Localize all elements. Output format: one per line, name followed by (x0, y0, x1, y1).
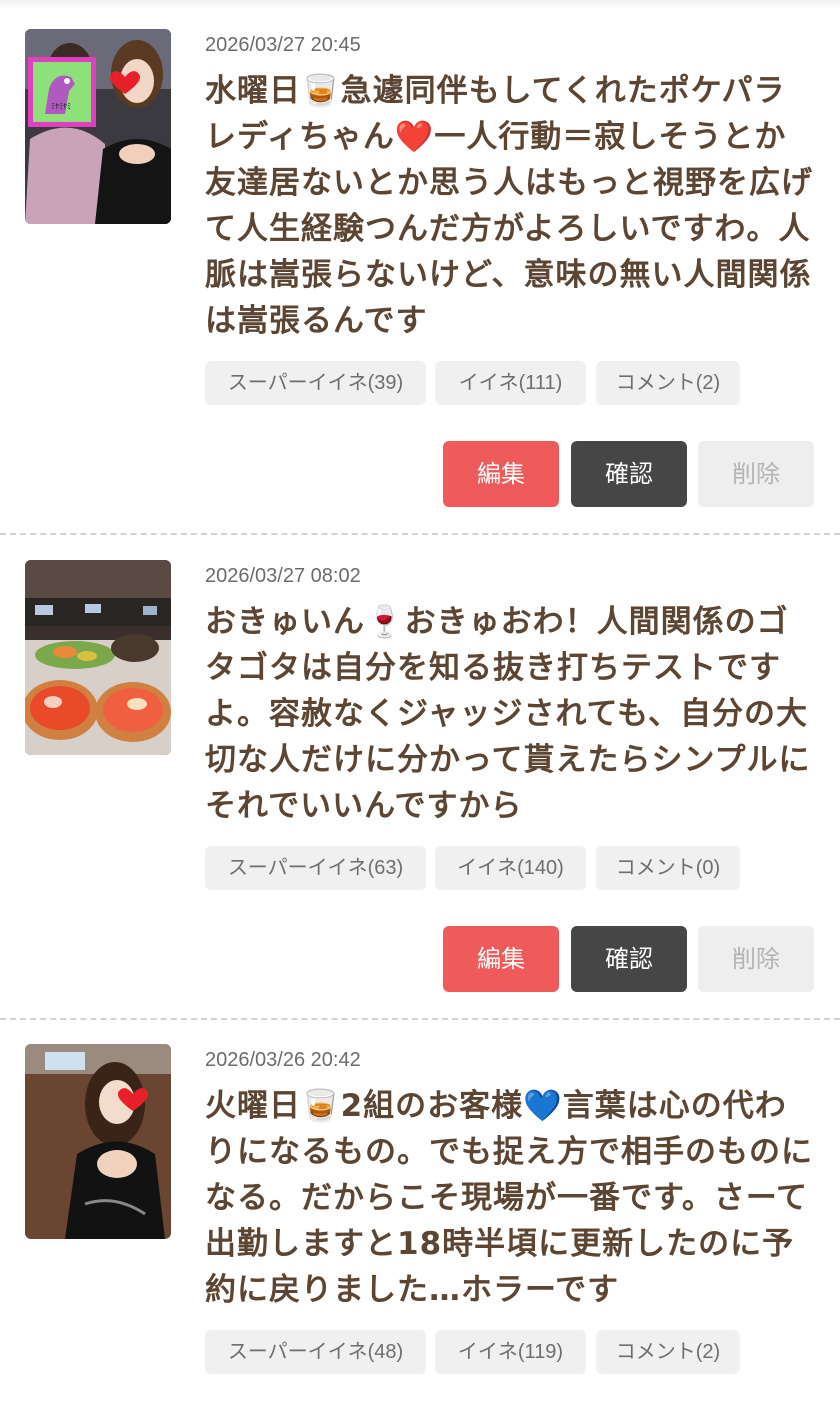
check-button[interactable]: 確認 (571, 926, 687, 992)
like-button[interactable]: イイネ(140) (435, 846, 586, 890)
edit-button[interactable]: 編集 (443, 441, 559, 507)
photo-woman-black-dress-icon (25, 1044, 171, 1239)
edit-button[interactable]: 編集 (443, 926, 559, 992)
super-like-button[interactable]: スーパーイイネ(39) (205, 361, 426, 405)
photo-food-table-icon (25, 560, 171, 755)
super-like-button[interactable]: スーパーイイネ(63) (205, 846, 426, 890)
comment-button[interactable]: コメント(2) (596, 361, 740, 405)
top-shade (0, 0, 840, 10)
post-date: 2026/03/26 20:42 (205, 1049, 361, 1071)
comment-button[interactable]: コメント(2) (596, 1330, 740, 1374)
post-divider (0, 533, 840, 535)
post-date: 2026/03/27 20:45 (205, 34, 361, 56)
comment-button[interactable]: コメント(0) (596, 846, 740, 890)
svg-text:ﾐﾔﾐﾔﾐ: ﾐﾔﾐﾔﾐ (51, 102, 71, 111)
post-thumbnail[interactable] (25, 1044, 171, 1239)
post-thumbnail[interactable]: ﾐﾔﾐﾔﾐ (25, 29, 171, 224)
like-button[interactable]: イイネ(119) (435, 1330, 586, 1374)
post-divider (0, 1018, 840, 1020)
check-button[interactable]: 確認 (571, 441, 687, 507)
delete-button[interactable]: 削除 (698, 441, 814, 507)
post-text: おきゅいん🍷おきゅおわ！人間関係のゴタゴタは自分を知る抜き打ちテストですよ。容赦… (205, 604, 811, 824)
delete-button[interactable]: 削除 (698, 926, 814, 992)
post-text: 水曜日🥃急遽同伴もしてくれたポケパラレディちゃん❤️一人行動＝寂しそうとか友達居… (205, 73, 813, 339)
post-thumbnail[interactable] (25, 560, 171, 755)
super-like-button[interactable]: スーパーイイネ(48) (205, 1330, 426, 1374)
post-text: 火曜日🥃2組のお客様💙言葉は心の代わりになるもの。でも捉え方で相手のものになる。… (205, 1088, 813, 1308)
like-button[interactable]: イイネ(111) (435, 361, 586, 405)
photo-two-women-icon: ﾐﾔﾐﾔﾐ (25, 29, 171, 224)
post-date: 2026/03/27 08:02 (205, 565, 361, 587)
